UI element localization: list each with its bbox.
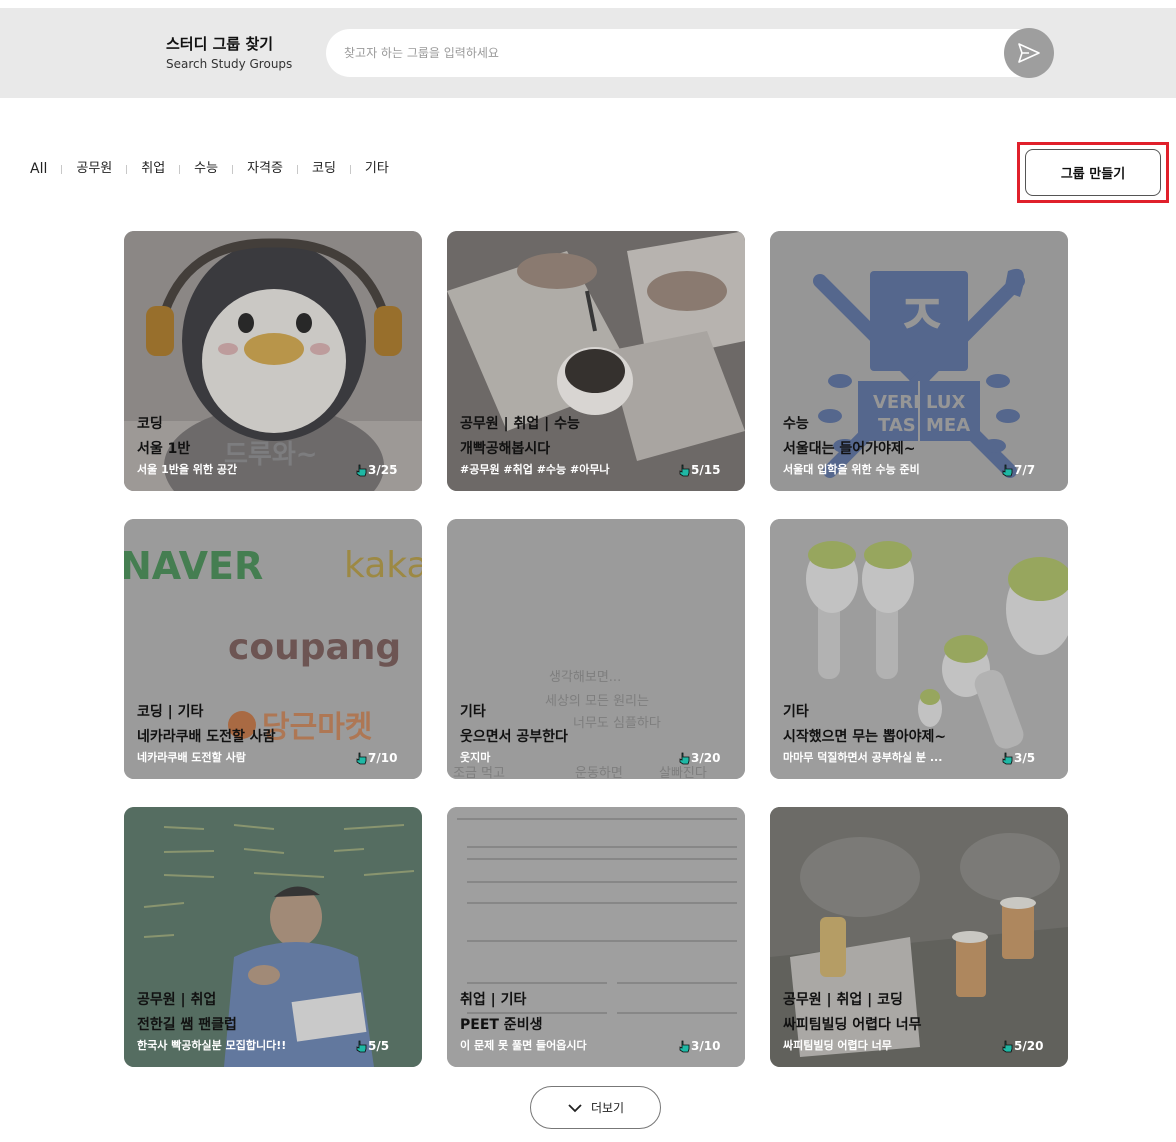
tab-divider xyxy=(179,164,181,174)
card-title: 시작했으면 무는 뽑아야제~ xyxy=(783,729,947,745)
hand-icon xyxy=(679,464,690,476)
member-count-value: 5/20 xyxy=(1014,1039,1044,1053)
hand-icon xyxy=(1002,1040,1013,1052)
category-tabs: All 공무원 취업 수능 자격증 코딩 기타 xyxy=(30,160,389,178)
member-count-value: 5/5 xyxy=(368,1039,390,1053)
group-card[interactable]: 드루와~ 코딩 서울 1반 서울 1반을 위한 공간 3/25 xyxy=(124,231,422,491)
member-count: 3/10 xyxy=(679,1037,720,1055)
hand-icon xyxy=(679,1040,690,1052)
card-category: 취업 | 기타 xyxy=(460,992,527,1008)
member-count-value: 3/5 xyxy=(1014,751,1036,765)
card-description: 서울 1반을 위한 공간 xyxy=(137,463,238,476)
member-count-value: 3/20 xyxy=(691,751,721,765)
card-title: 전한길 쌤 팬클럽 xyxy=(137,1017,237,1033)
send-icon xyxy=(1018,43,1040,63)
card-title: 네카라쿠배 도전할 사람 xyxy=(137,729,276,745)
chevron-down-icon xyxy=(568,1103,582,1112)
member-count-value: 7/10 xyxy=(368,751,398,765)
card-description: 네카라쿠배 도전할 사람 xyxy=(137,751,246,764)
tab-divider xyxy=(232,164,234,174)
page-subtitle: Search Study Groups xyxy=(166,57,293,71)
group-card[interactable]: 생각해보면... 세상의 모든 원리는 너무도 심플하다 조금 먹고 운동하면 … xyxy=(447,519,745,779)
tab-civil-service[interactable]: 공무원 xyxy=(76,160,112,178)
search-heading: 스터디 그룹 찾기 Search Study Groups xyxy=(166,34,292,73)
card-category: 코딩 xyxy=(137,416,163,432)
tab-coding[interactable]: 코딩 xyxy=(312,160,336,178)
member-count: 7/10 xyxy=(356,749,397,767)
group-card[interactable]: 공무원 | 취업 | 수능 개빡공해봅시다 #공무원 #취업 #수능 #아무나 … xyxy=(447,231,745,491)
member-count: 5/20 xyxy=(1002,1037,1043,1055)
hand-icon xyxy=(356,1040,367,1052)
search-button[interactable] xyxy=(1004,28,1054,78)
hand-icon xyxy=(1002,752,1013,764)
tab-etc[interactable]: 기타 xyxy=(365,160,389,178)
group-card[interactable]: 기타 시작했으면 무는 뽑아야제~ 마마무 덕질하면서 공부하실 분 ... 3… xyxy=(770,519,1068,779)
card-category: 공무원 | 취업 xyxy=(137,992,217,1008)
group-card[interactable]: 취업 | 기타 PEET 준비생 이 문제 못 풀면 들어옵시다 3/10 xyxy=(447,807,745,1067)
member-count: 3/20 xyxy=(679,749,720,767)
create-group-button[interactable]: 그룹 만들기 xyxy=(1025,149,1161,196)
member-count: 5/5 xyxy=(356,1037,389,1055)
member-count-value: 5/15 xyxy=(691,463,721,477)
tab-divider xyxy=(296,164,298,174)
tab-all[interactable]: All xyxy=(30,160,47,178)
card-description: 웃지마 xyxy=(460,751,491,764)
hand-icon xyxy=(356,752,367,764)
group-card[interactable]: 공무원 | 취업 전한길 쌤 팬클럽 한국사 빡공하실분 모집합니다!! 5/5 xyxy=(124,807,422,1067)
card-title: 싸피팀빌딩 어렵다 너무 xyxy=(783,1017,922,1033)
tab-suneung[interactable]: 수능 xyxy=(194,160,218,178)
search-box xyxy=(326,28,1054,78)
hand-icon xyxy=(356,464,367,476)
load-more-button[interactable]: 더보기 xyxy=(530,1086,661,1129)
group-card[interactable]: NAVER kaka coupang 당근마켓 코딩 | 기타 네카라쿠배 도전… xyxy=(124,519,422,779)
member-count: 3/25 xyxy=(356,461,397,479)
tab-employment[interactable]: 취업 xyxy=(141,160,165,178)
hand-icon xyxy=(679,752,690,764)
hand-icon xyxy=(1002,464,1013,476)
card-category: 기타 xyxy=(460,704,486,720)
member-count-value: 7/7 xyxy=(1014,463,1036,477)
search-header: 스터디 그룹 찾기 Search Study Groups xyxy=(0,8,1176,98)
card-description: 서울대 입학을 위한 수능 준비 xyxy=(783,463,920,476)
card-category: 수능 xyxy=(783,416,809,432)
member-count: 7/7 xyxy=(1002,461,1035,479)
card-description: 이 문제 못 풀면 들어옵시다 xyxy=(460,1039,587,1052)
card-title: 서울대는 들어가야제~ xyxy=(783,441,916,457)
card-description: 싸피팀빌딩 어렵다 너무 xyxy=(783,1039,892,1052)
group-card[interactable]: ㅈ VERI LUX TAS MEA 수능 서울대는 들어가야제~ 서울대 입학… xyxy=(770,231,1068,491)
card-title: 웃으면서 공부한다 xyxy=(460,729,568,745)
card-description: 마마무 덕질하면서 공부하실 분 ... xyxy=(783,751,943,764)
card-title: 서울 1반 xyxy=(137,441,191,457)
card-description: 한국사 빡공하실분 모집합니다!! xyxy=(137,1039,287,1052)
card-category: 기타 xyxy=(783,704,809,720)
group-card[interactable]: 공무원 | 취업 | 코딩 싸피팀빌딩 어렵다 너무 싸피팀빌딩 어렵다 너무 … xyxy=(770,807,1068,1067)
tab-divider xyxy=(126,164,128,174)
member-count: 3/5 xyxy=(1002,749,1035,767)
card-title: PEET 준비생 xyxy=(460,1017,543,1033)
load-more-label: 더보기 xyxy=(590,1101,625,1115)
page-title: 스터디 그룹 찾기 xyxy=(166,35,274,53)
card-category: 공무원 | 취업 | 수능 xyxy=(460,416,580,432)
member-count-value: 3/25 xyxy=(368,463,398,477)
tab-certificate[interactable]: 자격증 xyxy=(247,160,283,178)
search-input[interactable] xyxy=(344,29,994,77)
card-category: 코딩 | 기타 xyxy=(137,704,204,720)
member-count: 5/15 xyxy=(679,461,720,479)
tab-divider xyxy=(61,164,63,174)
card-category: 공무원 | 취업 | 코딩 xyxy=(783,992,903,1008)
card-title: 개빡공해봅시다 xyxy=(460,441,551,457)
member-count-value: 3/10 xyxy=(691,1039,721,1053)
tab-divider xyxy=(349,164,351,174)
card-description: #공무원 #취업 #수능 #아무나 xyxy=(460,463,610,476)
